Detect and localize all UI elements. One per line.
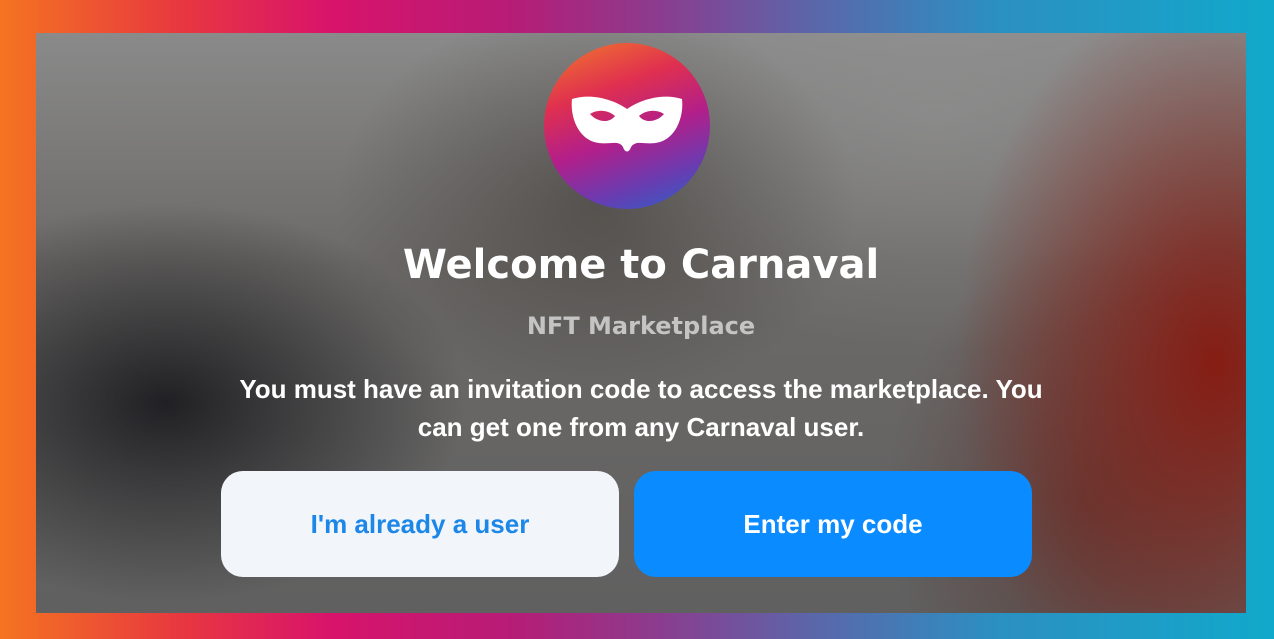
page-subtitle: NFT Marketplace [526,312,756,340]
app-logo [544,43,710,209]
enter-code-button[interactable]: Enter my code [634,471,1032,577]
welcome-screen: Welcome to Carnaval NFT Marketplace You … [36,33,1246,613]
gradient-frame: Welcome to Carnaval NFT Marketplace You … [0,0,1274,639]
invitation-description: You must have an invitation code to acce… [239,374,1043,442]
page-title: Welcome to Carnaval [402,242,880,288]
already-user-button[interactable]: I'm already a user [221,471,619,577]
carnival-mask-icon [571,96,683,152]
